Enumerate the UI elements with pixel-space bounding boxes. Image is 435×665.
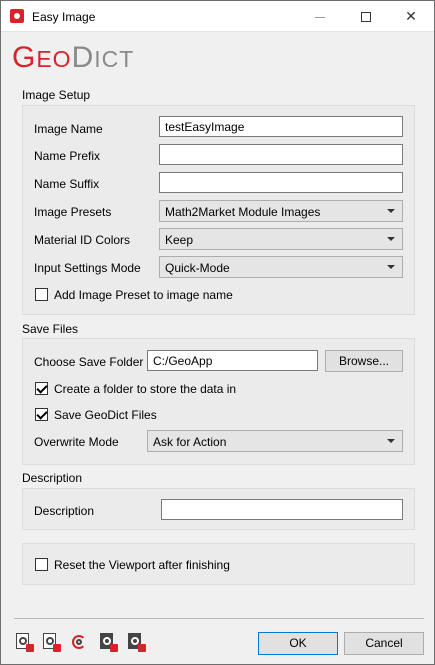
choose-save-folder-label: Choose Save Folder [34,355,144,369]
save-geodict-checkbox[interactable] [35,408,48,421]
add-preset-checkbox[interactable] [35,288,48,301]
overwrite-mode-label: Overwrite Mode [34,435,119,449]
image-presets-label: Image Presets [34,205,112,219]
create-folder-label: Create a folder to store the data in [54,382,237,396]
browse-button[interactable]: Browse... [325,350,403,372]
chevron-down-icon [387,237,395,241]
overwrite-mode-value: Ask for Action [153,435,227,449]
minimize-button[interactable] [297,1,343,32]
cancel-button[interactable]: Cancel [344,632,424,655]
name-suffix-label: Name Suffix [34,177,100,191]
footer-separator [14,618,424,619]
add-preset-label: Add Image Preset to image name [54,288,233,302]
material-id-colors-value: Keep [165,233,194,247]
load-settings-icon[interactable] [14,632,34,652]
create-folder-checkbox[interactable] [35,382,48,395]
overwrite-mode-select[interactable]: Ask for Action [147,430,403,452]
description-group: Description [22,488,415,530]
window-title: Easy Image [32,10,96,24]
image-presets-value: Math2Market Module Images [165,205,321,219]
export-settings-icon[interactable] [98,632,118,652]
image-name-label: Image Name [34,122,103,136]
title-bar: Easy Image ✕ [1,1,434,32]
save-files-title: Save Files [22,322,79,336]
maximize-button[interactable] [343,1,389,32]
logo-geo: GEO [12,41,72,74]
image-setup-group: Image Name testEasyImage Name Prefix Nam… [22,105,415,315]
input-settings-mode-select[interactable]: Quick-Mode [159,256,403,278]
logo-dict: DICT [71,41,135,74]
viewport-group: Reset the Viewport after finishing [22,543,415,585]
delete-settings-icon[interactable] [126,632,146,652]
app-icon [10,9,24,23]
reset-icon[interactable] [69,632,89,652]
name-suffix-input[interactable] [159,172,403,193]
description-title: Description [22,471,83,485]
geodict-logo: GEODICT [12,41,135,74]
save-settings-icon[interactable] [41,632,61,652]
image-presets-select[interactable]: Math2Market Module Images [159,200,403,222]
name-prefix-input[interactable] [159,144,403,165]
chevron-down-icon [387,209,395,213]
close-button[interactable]: ✕ [388,1,434,32]
easy-image-dialog: Easy Image ✕ GEODICT Image Setup Image N… [0,0,435,665]
close-icon: ✕ [405,8,417,24]
save-geodict-label: Save GeoDict Files [54,408,157,422]
save-folder-input[interactable]: C:/GeoApp [147,350,318,371]
input-settings-mode-label: Input Settings Mode [34,261,141,275]
material-id-colors-label: Material ID Colors [34,233,131,247]
input-settings-mode-value: Quick-Mode [165,261,230,275]
save-files-group: Choose Save Folder C:/GeoApp Browse... C… [22,338,415,465]
reset-viewport-label: Reset the Viewport after finishing [54,558,230,572]
chevron-down-icon [387,439,395,443]
material-id-colors-select[interactable]: Keep [159,228,403,250]
image-setup-title: Image Setup [22,88,91,102]
description-label: Description [34,504,95,518]
maximize-icon [361,12,371,23]
reset-viewport-checkbox[interactable] [35,558,48,571]
name-prefix-label: Name Prefix [34,149,101,163]
chevron-down-icon [387,265,395,269]
ok-button[interactable]: OK [258,632,338,655]
description-input[interactable] [161,499,403,520]
minimize-icon [315,16,325,18]
image-name-input[interactable]: testEasyImage [159,116,403,137]
